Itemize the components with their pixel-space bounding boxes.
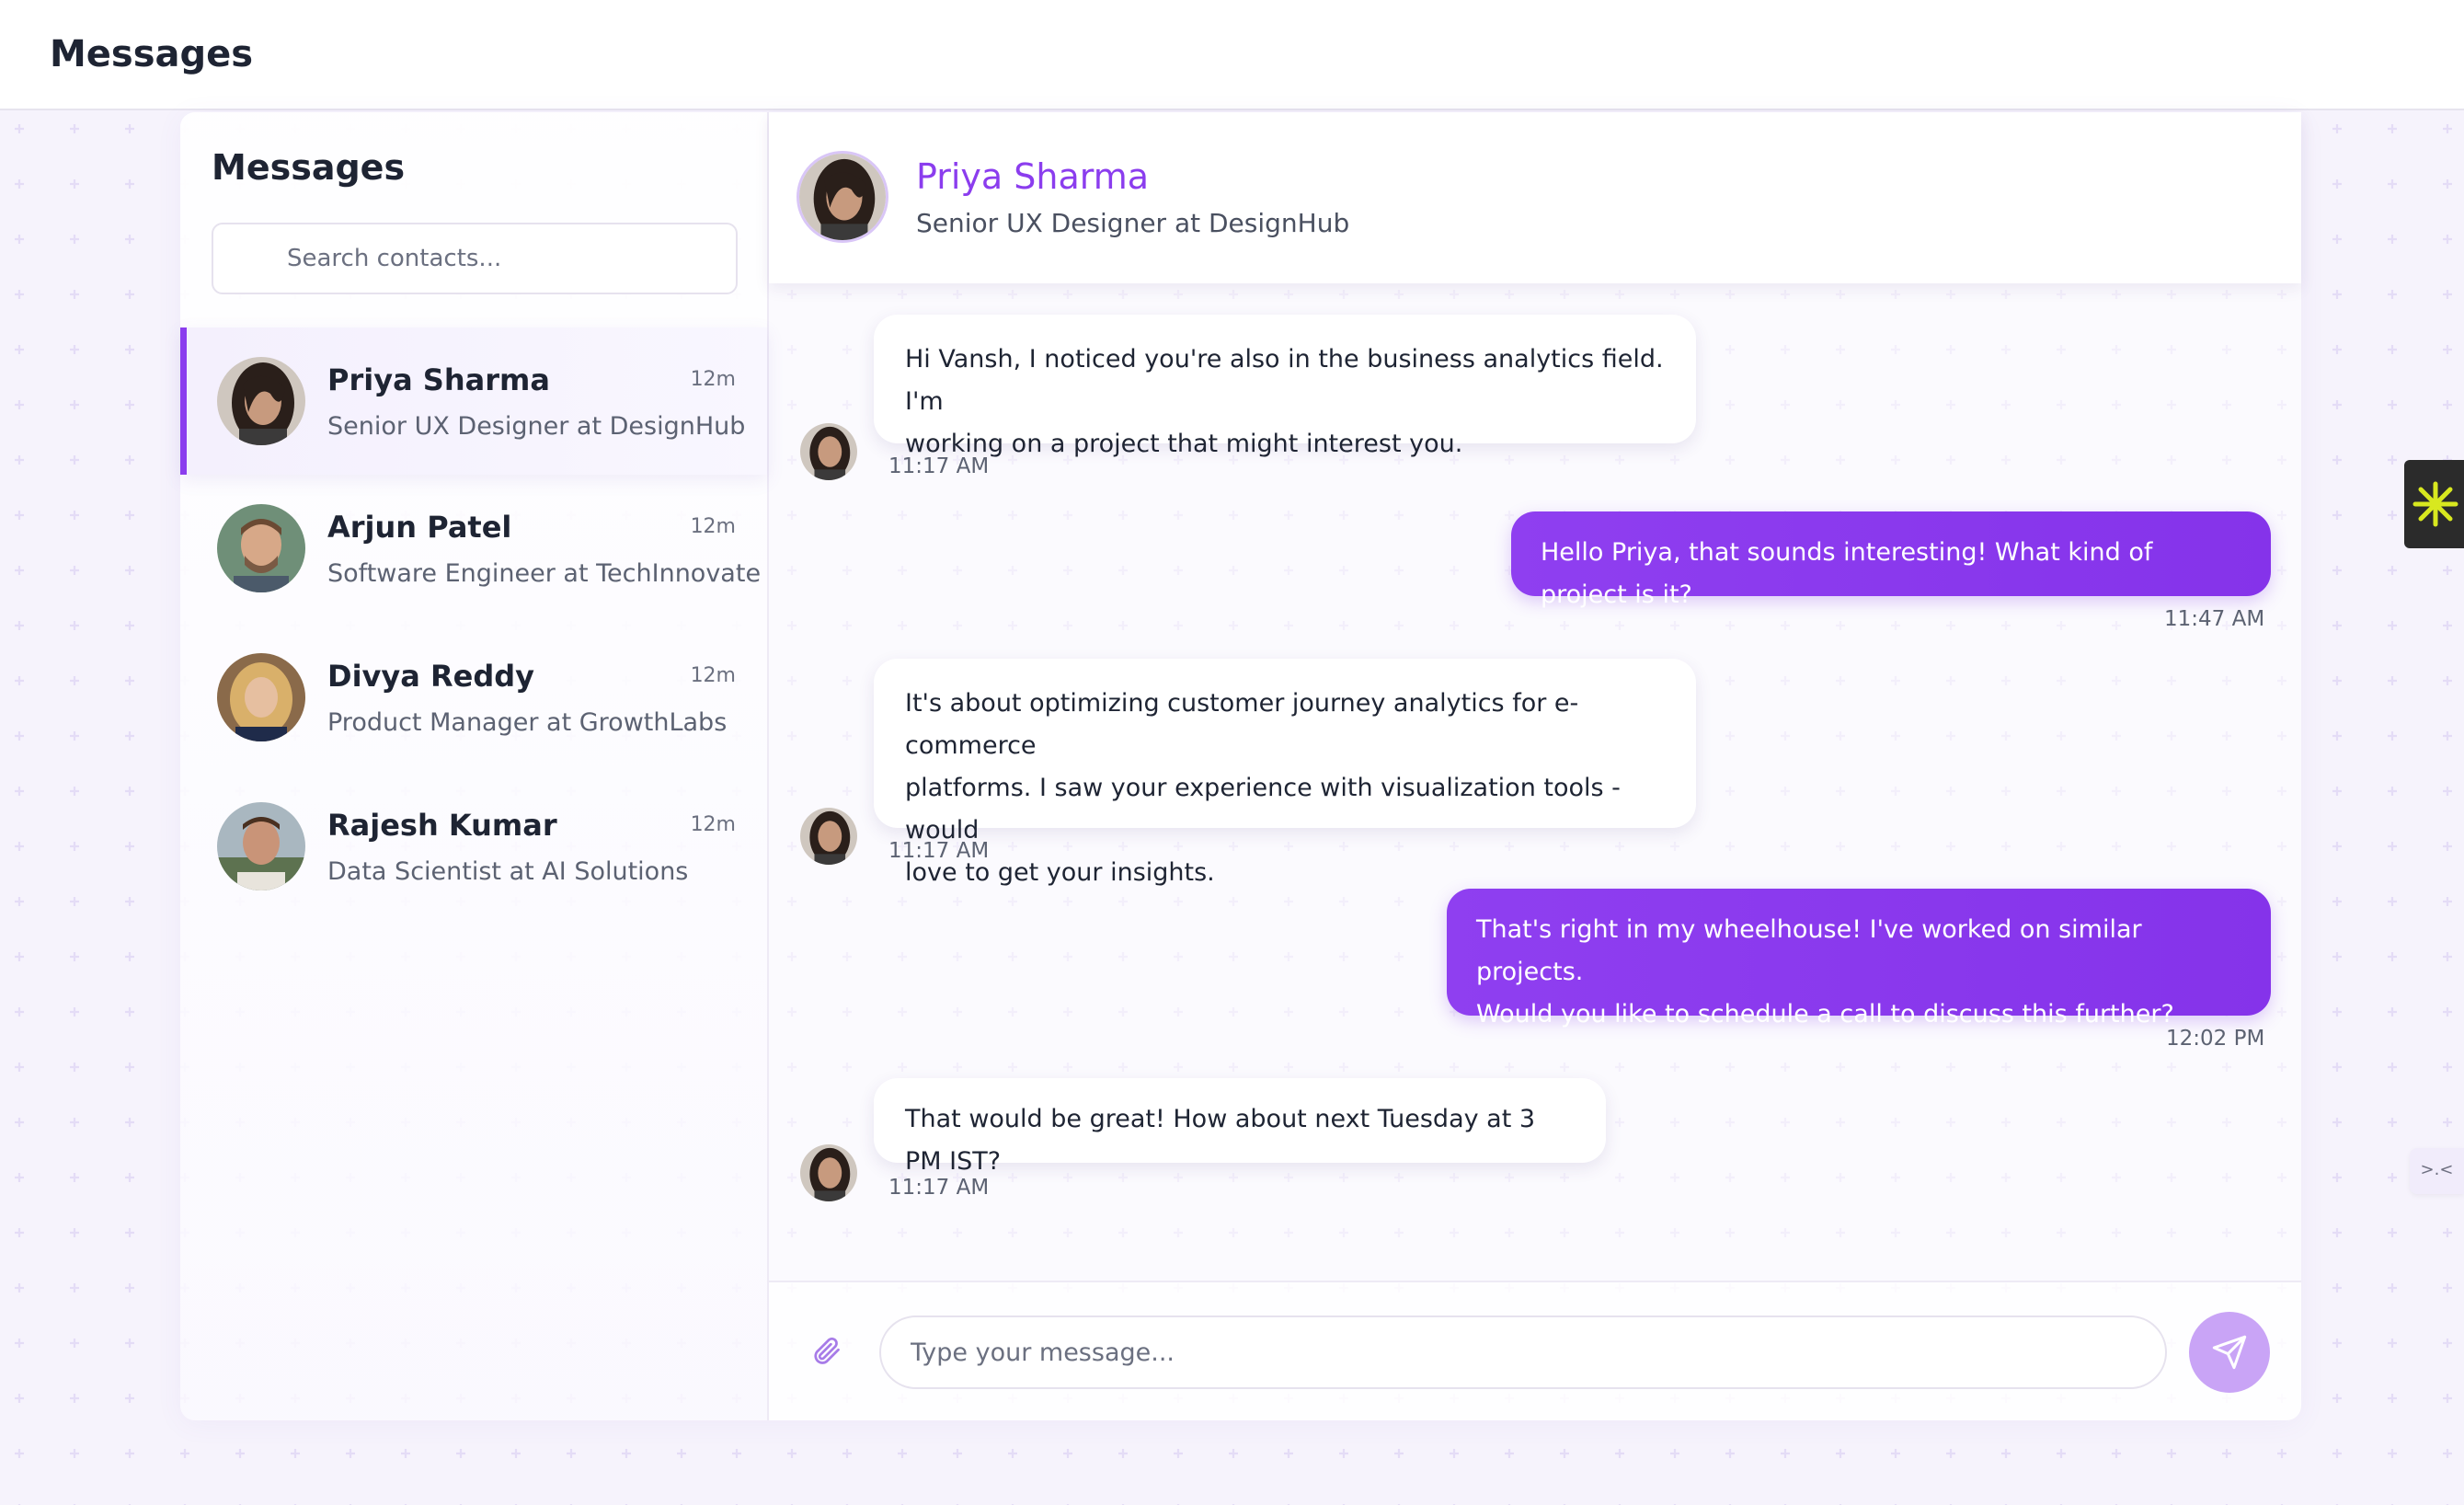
contact-name: Priya Sharma [327,362,550,397]
message-line: It's about optimizing customer journey a… [905,689,1579,760]
contact-role: Data Scientist at AI Solutions [327,857,689,886]
contact-name: Rajesh Kumar [327,808,557,843]
avatar [800,423,857,480]
avatar [217,653,305,741]
message-line: Hello Priya, that sounds interesting! Wh… [1541,538,2153,609]
message-line: Would you like to schedule a call to dis… [1476,1000,2174,1028]
message-line: That would be great! How about next Tues… [905,1105,1536,1176]
chat-header: Priya Sharma Senior UX Designer at Desig… [769,112,2301,283]
message-bubble-outgoing: That's right in my wheelhouse! I've work… [1447,889,2271,1028]
message-line: That's right in my wheelhouse! I've work… [1476,915,2142,986]
chat-contact-role: Senior UX Designer at DesignHub [916,208,1350,238]
message-time: 12:02 PM [2166,1027,2265,1051]
contact-role: Senior UX Designer at DesignHub [327,412,746,441]
message-time: 11:17 AM [888,839,990,863]
avatar [800,1144,857,1201]
chat-contact-name: Priya Sharma [916,156,1150,197]
avatar[interactable] [797,151,888,243]
contact-role: Product Manager at GrowthLabs [327,708,728,737]
send-icon [2212,1335,2247,1370]
message-composer [769,1281,2301,1420]
sidebar-title: Messages [212,147,406,188]
send-button[interactable] [2189,1312,2270,1393]
avatar [800,808,857,865]
message-time: 11:17 AM [888,1176,990,1200]
message-bubble-incoming: It's about optimizing customer journey a… [874,659,1696,887]
paperclip-icon[interactable] [809,1334,842,1367]
message-bubble-incoming: That would be great! How about next Tues… [874,1078,1606,1176]
contacts-sidebar: Messages Priya Sharma Senior UX Designer… [180,112,769,1420]
contact-item-divya-reddy[interactable]: Divya Reddy Product Manager at GrowthLab… [180,624,767,771]
page-title: Messages [50,33,254,75]
contact-item-rajesh-kumar[interactable]: Rajesh Kumar Data Scientist at AI Soluti… [180,773,767,920]
message-line: platforms. I saw your experience with vi… [905,774,1621,844]
contact-time: 12m [690,813,736,836]
asterisk-icon [2412,481,2458,527]
message-input[interactable] [879,1315,2167,1389]
contact-time: 12m [690,515,736,538]
floating-widget[interactable] [2404,460,2464,548]
top-bar: Messages [0,0,2464,110]
avatar [217,357,305,445]
search-box [212,223,738,294]
contact-name: Divya Reddy [327,659,534,694]
avatar [217,802,305,890]
message-line: Hi Vansh, I noticed you're also in the b… [905,345,1664,416]
message-bubble-incoming: Hi Vansh, I noticed you're also in the b… [874,315,1696,458]
contact-item-priya-sharma[interactable]: Priya Sharma Senior UX Designer at Desig… [180,327,767,475]
contact-time: 12m [690,368,736,391]
contact-item-arjun-patel[interactable]: Arjun Patel Software Engineer at TechInn… [180,475,767,622]
search-input[interactable] [213,224,736,293]
contact-role: Software Engineer at TechInnovate [327,559,762,588]
message-line: working on a project that might interest… [905,430,1463,458]
message-time: 11:47 AM [2164,607,2265,631]
message-bubble-outgoing: Hello Priya, that sounds interesting! Wh… [1511,511,2271,609]
contact-time: 12m [690,664,736,687]
message-time: 11:17 AM [888,454,990,478]
contact-name: Arjun Patel [327,510,512,545]
avatar [217,504,305,592]
mini-widget[interactable]: >.< [2410,1148,2464,1194]
